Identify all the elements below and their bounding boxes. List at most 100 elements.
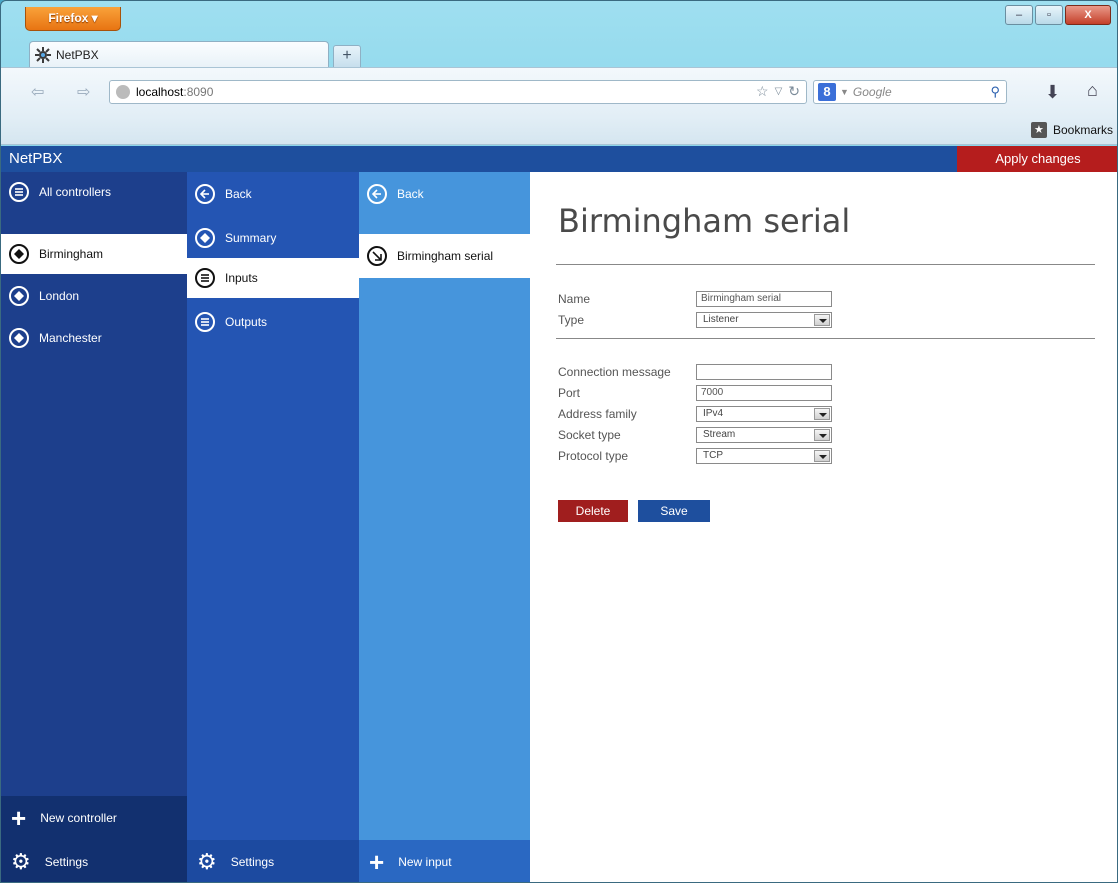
menu-item-label: Summary <box>225 231 277 245</box>
new-controller-label: New controller <box>40 811 117 825</box>
port-field[interactable]: 7000 <box>696 385 832 401</box>
bookmarks-menu[interactable]: ★ Bookmarks <box>1030 122 1113 138</box>
name-row: Name Birmingham serial <box>558 290 832 308</box>
star-icon[interactable]: ☆ <box>756 83 769 100</box>
connection-message-row: Connection message <box>558 363 832 381</box>
back-label: Back <box>397 187 424 201</box>
page-title: Birmingham serial <box>558 202 851 240</box>
controller-item-manchester[interactable]: Manchester <box>1 318 187 358</box>
socket-type-select[interactable]: Stream <box>696 427 832 443</box>
all-controllers-label: All controllers <box>39 185 112 199</box>
controllers-column: All controllers Birmingham London Manche… <box>1 172 187 882</box>
controllers-settings-button[interactable]: ⚙ Settings <box>1 840 187 882</box>
controller-label: Birmingham <box>39 247 104 261</box>
diamond-icon <box>9 286 29 306</box>
port-row: Port 7000 <box>558 384 832 402</box>
controller-item-london[interactable]: London <box>1 276 187 316</box>
home-icon[interactable]: ⌂ <box>1087 80 1098 101</box>
list-icon <box>195 268 215 288</box>
address-family-value: IPv4 <box>703 408 724 419</box>
name-label: Name <box>558 292 591 306</box>
menu-item-inputs[interactable]: Inputs <box>187 258 359 298</box>
address-family-select[interactable]: IPv4 <box>696 406 832 422</box>
port-label: Port <box>558 386 581 400</box>
inputs-column: Back Birmingham serial + New input <box>359 172 530 882</box>
app-title: NetPBX <box>9 150 63 167</box>
controller-label: Manchester <box>39 331 102 345</box>
settings-label: Settings <box>44 855 89 869</box>
search-icon[interactable]: ⚲ <box>990 84 1000 100</box>
type-row: Type Listener <box>558 311 832 329</box>
bookmark-star-icon: ★ <box>1030 122 1047 138</box>
menu-item-outputs[interactable]: Outputs <box>187 302 359 342</box>
app-header: NetPBX Apply changes <box>1 146 1117 172</box>
chevron-down-icon[interactable] <box>814 429 830 441</box>
gear-icon: ⚙ <box>197 849 217 874</box>
new-controller-button[interactable]: + New controller <box>1 796 187 840</box>
socket-type-label: Socket type <box>558 428 621 442</box>
title-bar: Firefox ▾ – ▫ X <box>1 1 1117 37</box>
browser-window: Firefox ▾ – ▫ X NetPBX + ⇦ ⇨ localhost:… <box>0 0 1118 883</box>
bookmarks-bar: ★ Bookmarks <box>1 117 1117 145</box>
download-icon[interactable]: ⬇ <box>1045 82 1060 103</box>
search-placeholder: Google <box>852 85 892 99</box>
browser-tab[interactable]: NetPBX <box>29 41 329 67</box>
input-item-label: Birmingham serial <box>397 249 494 263</box>
name-field[interactable]: Birmingham serial <box>696 291 832 307</box>
plus-icon: + <box>369 847 385 877</box>
url-actions: ☆ ▽ ↻ <box>756 83 800 100</box>
globe-icon <box>116 85 130 99</box>
apply-changes-button[interactable]: Apply changes <box>957 146 1117 172</box>
maximize-button[interactable]: ▫ <box>1035 5 1063 25</box>
chevron-down-icon[interactable] <box>814 450 830 462</box>
tab-strip: NetPBX + <box>1 37 1117 67</box>
socket-type-row: Socket type Stream <box>558 426 832 444</box>
minimize-button[interactable]: – <box>1005 5 1033 25</box>
address-family-row: Address family IPv4 <box>558 405 832 423</box>
menu-item-label: Inputs <box>225 271 258 285</box>
forward-arrow-icon[interactable]: ⇨ <box>77 82 90 102</box>
back-button[interactable]: Back <box>359 174 530 214</box>
save-button[interactable]: Save <box>638 500 710 522</box>
diamond-icon <box>9 244 29 264</box>
new-tab-button[interactable]: + <box>333 45 361 67</box>
divider <box>556 264 1095 265</box>
back-button[interactable]: Back <box>187 174 359 214</box>
url-port: :8090 <box>183 85 214 99</box>
address-family-label: Address family <box>558 407 637 421</box>
controller-settings-button[interactable]: ⚙ Settings <box>187 840 359 882</box>
input-detail-panel: Birmingham serial Name Birmingham serial… <box>530 172 1117 882</box>
protocol-type-value: TCP <box>703 450 723 461</box>
menu-item-label: Outputs <box>225 315 268 329</box>
socket-type-value: Stream <box>703 429 736 440</box>
protocol-type-row: Protocol type TCP <box>558 447 832 465</box>
back-arrow-icon[interactable]: ⇦ <box>31 82 44 102</box>
all-controllers-item[interactable]: All controllers <box>1 172 187 212</box>
delete-button[interactable]: Delete <box>558 500 628 522</box>
google-icon[interactable]: 8 <box>818 83 836 101</box>
reload-icon[interactable]: ↻ <box>788 83 800 100</box>
gear-icon: ⚙ <box>11 849 31 874</box>
chevron-down-icon[interactable]: ▼ <box>840 87 849 97</box>
firefox-menu-button[interactable]: Firefox ▾ <box>25 7 121 31</box>
window-controls: – ▫ X <box>1005 5 1111 25</box>
connection-message-field[interactable] <box>696 364 832 380</box>
chevron-down-icon[interactable] <box>814 314 830 326</box>
protocol-type-select[interactable]: TCP <box>696 448 832 464</box>
menu-item-summary[interactable]: Summary <box>187 218 359 258</box>
chevron-down-icon[interactable] <box>814 408 830 420</box>
arrow-left-icon <box>367 184 387 204</box>
diamond-icon <box>9 328 29 348</box>
tab-title: NetPBX <box>56 47 99 62</box>
arrow-left-icon <box>195 184 215 204</box>
url-bar[interactable]: localhost :8090 ☆ ▽ ↻ <box>109 80 807 104</box>
dropdown-icon[interactable]: ▽ <box>775 86 783 97</box>
list-icon <box>9 182 29 202</box>
search-bar[interactable]: 8 ▼ Google ⚲ <box>813 80 1007 104</box>
input-item-birmingham-serial[interactable]: Birmingham serial <box>359 234 530 278</box>
close-button[interactable]: X <box>1065 5 1111 25</box>
divider <box>556 338 1095 339</box>
new-input-button[interactable]: + New input <box>359 840 530 882</box>
type-select[interactable]: Listener <box>696 312 832 328</box>
controller-item-birmingham[interactable]: Birmingham <box>1 234 187 274</box>
